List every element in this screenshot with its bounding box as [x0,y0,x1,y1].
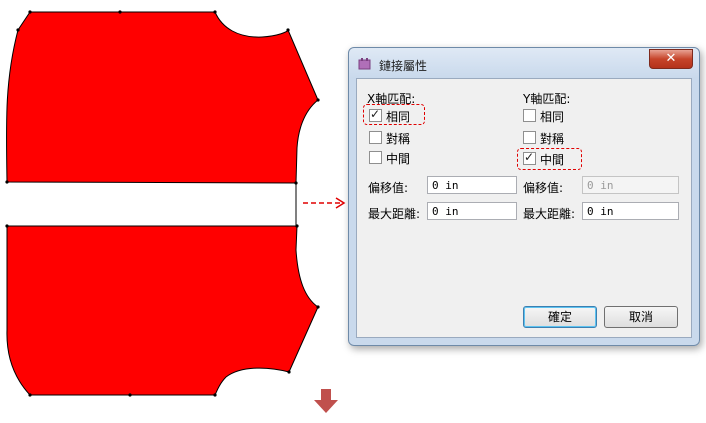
y-offset-label: 偏移值: [523,181,564,195]
cancel-button[interactable]: 取消 [604,306,678,328]
y-same-label: 相同 [540,110,565,124]
ok-button[interactable]: 確定 [523,306,597,328]
x-symmetric-label: 對稱 [386,132,411,146]
x-middle-checkbox[interactable] [369,151,382,164]
x-max-distance-input[interactable]: 0 in [427,202,517,220]
x-offset-input[interactable]: 0 in [427,176,517,194]
title-bar[interactable]: 鏈接屬性 ✕ [349,48,699,78]
x-offset-label: 偏移值: [368,181,409,195]
y-offset-input[interactable]: 0 in [582,176,679,194]
close-button[interactable]: ✕ [649,49,693,69]
y-symmetric-checkbox[interactable] [523,131,536,144]
pattern-piece-top[interactable] [5,11,319,184]
x-symmetric-checkbox[interactable] [369,131,382,144]
y-max-distance-label: 最大距離: [523,207,576,221]
x-max-distance-label: 最大距離: [368,207,421,221]
link-properties-dialog: 鏈接屬性 ✕ X軸匹配: ✓ 相同 對稱 中間 偏移值: 0 in 最大距離: … [348,47,700,346]
y-match-heading: Y軸匹配: [523,92,571,106]
y-max-distance-input[interactable]: 0 in [582,202,679,220]
dialog-body: X軸匹配: ✓ 相同 對稱 中間 偏移值: 0 in 最大距離: 0 in Y軸… [356,78,692,338]
highlight-y-middle [517,148,582,170]
highlight-x-same [363,104,425,125]
dialog-title: 鏈接屬性 [379,59,428,73]
close-icon: ✕ [665,51,677,66]
pattern-piece-bottom[interactable] [6,225,319,396]
app-icon [358,58,371,70]
down-arrow-icon [314,389,338,413]
y-symmetric-label: 對稱 [540,132,565,146]
y-same-checkbox[interactable] [523,109,536,122]
dashed-arrow [303,197,346,209]
x-middle-label: 中間 [386,152,411,166]
